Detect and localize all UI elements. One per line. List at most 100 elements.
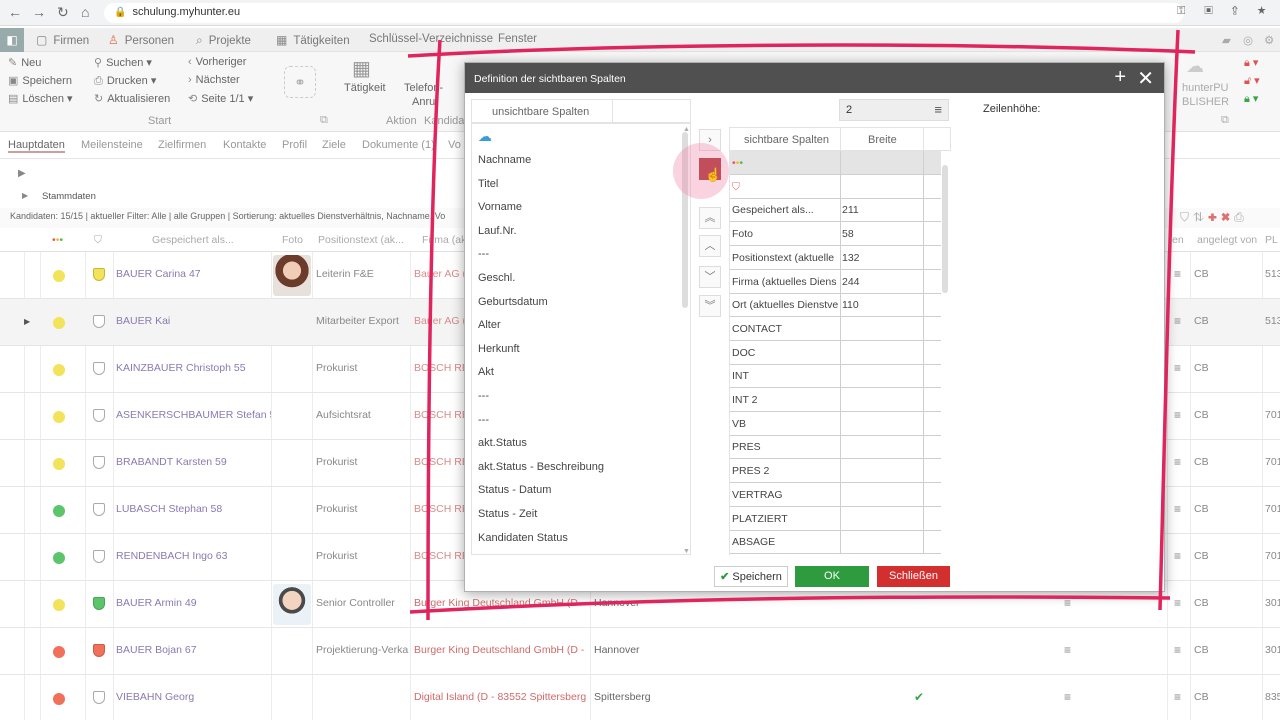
attach-icon[interactable]: ⚭ [284, 66, 316, 98]
table-row[interactable]: BAUER Bojan 67 Projektierung-Verka Burger … [0, 628, 1280, 675]
list-item[interactable]: --- [478, 248, 489, 260]
row-menu-icon[interactable]: ≡ [1174, 455, 1181, 469]
list-item[interactable]: Vorname [478, 201, 522, 213]
row-menu-icon[interactable]: ≡ [1174, 643, 1181, 657]
list-item[interactable]: --- [478, 390, 489, 402]
list-item[interactable]: Nachname [478, 154, 531, 166]
list-item[interactable]: VB [730, 411, 941, 436]
list-item[interactable]: Positionstext (aktuelle 132 [730, 245, 941, 270]
row-height-input[interactable]: 2 ≡ [839, 99, 949, 121]
back-icon[interactable]: ← [8, 4, 22, 20]
scroll-up-icon[interactable]: ▲ [683, 126, 690, 133]
scroll-down-icon[interactable]: ▼ [683, 548, 690, 555]
column-width[interactable]: 211 [842, 204, 922, 216]
company-link[interactable]: Burger King Deutschland GmbH (D - [414, 644, 588, 656]
previous-button[interactable]: ‹ Vorheriger [188, 56, 246, 68]
list-item[interactable]: DOC [730, 340, 941, 365]
column-width[interactable]: 132 [842, 252, 922, 264]
next-button[interactable]: › Nächster [188, 74, 240, 86]
list-item[interactable]: CONTACT [730, 316, 941, 341]
save-button[interactable]: ✔ Speichern [714, 566, 788, 587]
stammdaten-label[interactable]: Stammdaten [42, 191, 96, 202]
chat-icon[interactable]: ▰ [1222, 33, 1231, 47]
print-icon[interactable]: ⎙ [1234, 210, 1248, 224]
tab-dokumente[interactable]: Dokumente (1) [362, 139, 435, 151]
row-menu-icon[interactable]: ≡ [1174, 690, 1181, 704]
invisible-columns-list[interactable]: ▼ ▲ ☁ Nachname Titel Vorname Lauf.Nr. --- Gesc… [471, 123, 691, 555]
row-menu-icon[interactable]: ≡ [1174, 314, 1181, 328]
row-menu-icon[interactable]: ≡ [1174, 267, 1181, 281]
tab-meilensteine[interactable]: Meilensteine [81, 139, 143, 151]
candidate-name[interactable]: BAUER Armin 49 [116, 597, 271, 609]
activity-button[interactable]: Tätigkeit [344, 82, 386, 94]
candidate-name[interactable]: ASENKERSCHBAUMER Stefan 56 [116, 409, 271, 421]
candidate-name[interactable]: BAUER Kai [116, 315, 271, 327]
maximize-icon[interactable]: + [1114, 66, 1126, 89]
list-item[interactable]: INT [730, 364, 941, 389]
cloud-icon[interactable]: ☁ [478, 128, 492, 145]
dialog-launcher-icon[interactable]: ⧉ [320, 114, 328, 127]
expand-arrow-icon[interactable]: ▶ [18, 168, 26, 179]
table-row[interactable]: VIEBAHN Georg Digital Island (D - 83552 S… [0, 675, 1280, 720]
list-item[interactable]: ABSAGE [730, 530, 941, 555]
list-item[interactable]: Kandidaten Status [478, 532, 568, 544]
list-item[interactable]: Status - Datum [478, 484, 551, 496]
move-bottom-button[interactable]: ︾ [699, 295, 721, 317]
row-menu-icon[interactable]: ≡ [1064, 690, 1071, 704]
address-bar[interactable]: 🔒 schulung.myhunter.eu [104, 3, 1184, 23]
list-item[interactable]: ••• [730, 151, 941, 175]
new-button[interactable]: ✎ Neu [8, 56, 41, 69]
settings-icon[interactable]: ⚙ [1264, 33, 1274, 47]
row-menu-icon[interactable]: ≡ [1174, 408, 1181, 422]
list-item[interactable]: --- [478, 414, 489, 426]
list-item[interactable]: Alter [478, 319, 501, 331]
list-item[interactable]: INT 2 [730, 388, 941, 412]
refresh-button[interactable]: ↻ Aktualisieren [94, 92, 170, 105]
module-schluessel[interactable]: Schlüssel-Verzeichnisse [369, 33, 493, 45]
home-icon[interactable]: ⌂ [81, 4, 89, 20]
list-item[interactable]: Foto 58 [730, 222, 941, 247]
company-link[interactable]: Burger King Deutschland GmbH (D - [414, 597, 588, 609]
list-item[interactable]: Akt [478, 366, 494, 378]
tab-kontakte[interactable]: Kontakte [223, 139, 266, 151]
company-link[interactable]: Digital Island (D - 83552 Spittersberg [414, 691, 588, 703]
publisher-label-1[interactable]: hunterPU [1182, 82, 1228, 94]
list-item[interactable]: PLATZIERT [730, 506, 941, 531]
list-item[interactable]: Lauf.Nr. [478, 225, 517, 237]
candidate-name[interactable]: KAINZBAUER Christoph 55 [116, 362, 271, 374]
row-menu-icon[interactable]: ≡ [1064, 596, 1071, 610]
sort-icon[interactable]: ⇅ [1193, 210, 1208, 224]
close-icon[interactable]: ✕ [1137, 66, 1154, 91]
candidate-name[interactable]: BRABANDT Karsten 59 [116, 456, 271, 468]
help-icon[interactable]: ◎ [1243, 33, 1253, 47]
save-button[interactable]: ▣ Speichern [8, 74, 72, 87]
search-button[interactable]: ⚲ Suchen ▾ [94, 56, 152, 69]
page-selector[interactable]: ⟲ Seite 1/1 ▾ [188, 92, 253, 105]
column-width[interactable]: 244 [842, 276, 922, 288]
list-item[interactable]: PRES 2 [730, 459, 941, 484]
row-menu-icon[interactable]: ≡ [1174, 361, 1181, 375]
list-item[interactable]: PRES [730, 435, 941, 460]
print-button[interactable]: ⎙ Drucken ▾ [94, 74, 156, 88]
row-menu-icon[interactable]: ≡ [1174, 596, 1181, 610]
col-firma[interactable]: Firma (ak [422, 234, 466, 246]
module-firmen[interactable]: ▢ Firmen [36, 33, 89, 47]
reload-icon[interactable]: ↻ [57, 4, 69, 21]
col-gespeichert[interactable]: Gespeichert als... [152, 234, 234, 246]
col-pl[interactable]: PL [1265, 234, 1278, 246]
list-item[interactable]: Gespeichert als... 211 [730, 198, 941, 223]
lock-green-icon[interactable]: 🔒︎ ▾ [1244, 92, 1258, 106]
candidate-name[interactable]: LUBASCH Stephan 58 [116, 503, 271, 515]
tab-hauptdaten[interactable]: Hauptdaten [8, 139, 65, 153]
move-top-button[interactable]: ︽ [699, 207, 721, 229]
tab-profil[interactable]: Profil [282, 139, 307, 151]
lock-red-icon[interactable]: 🔒︎ ▾ [1244, 56, 1258, 70]
list-item[interactable]: akt.Status - Beschreibung [478, 461, 604, 473]
list-item[interactable]: Geschl. [478, 272, 515, 284]
list-item[interactable]: Titel [478, 178, 498, 190]
move-up-button[interactable]: ︿ [699, 235, 721, 257]
row-menu-icon[interactable]: ≡ [1064, 643, 1071, 657]
expand-arrow-icon[interactable]: ▶ [22, 191, 28, 200]
grid-toolbar[interactable]: ⛉⇅✚✖⎙ [1180, 210, 1248, 225]
visible-columns-list[interactable]: ••• ⛉ Gespeichert als... 211 Foto 58 Positions… [729, 151, 951, 555]
